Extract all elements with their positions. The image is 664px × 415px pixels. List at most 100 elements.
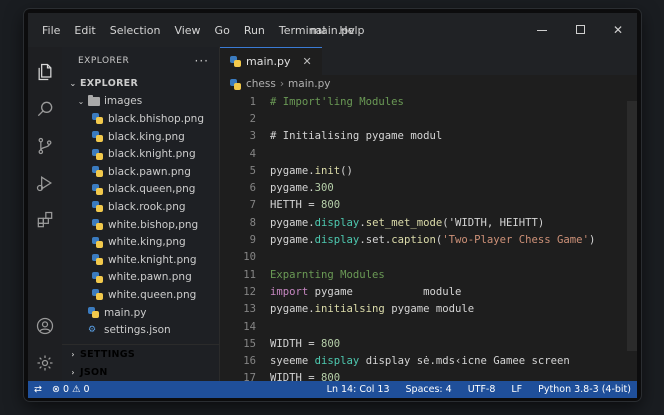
menu-run[interactable]: Run [244,24,265,37]
code-line[interactable]: 12 import pygame module [220,283,637,300]
file-label: black.rook.png [108,200,186,213]
chevron-right-icon: › [71,367,75,377]
minimize-icon [537,30,547,31]
python-file-icon [92,219,103,231]
maximize-icon [575,25,585,34]
code-token: ) [588,234,596,247]
code-line[interactable]: 13 pygame.initialsing pygame module [220,301,637,318]
code-token: pygame. [270,234,315,247]
activity-accounts[interactable] [28,307,62,344]
code-line[interactable]: 2 [220,110,637,127]
cursor-position[interactable]: Ln 14: Col 13 [327,384,390,395]
file-item[interactable]: white.king,png [62,233,219,251]
encoding[interactable]: UTF-8 [468,384,496,395]
code-line[interactable]: 14 [220,318,637,335]
menu-selection[interactable]: Selection [110,24,161,37]
activity-run-debug[interactable] [28,164,62,201]
menu-view[interactable]: View [174,24,200,37]
file-label: black.pawn.png [108,165,191,178]
breadcrumb-folder[interactable]: chess [246,78,276,90]
code-line[interactable]: 11 Exparnting Modules [220,266,637,283]
section-json[interactable]: › JSON [62,363,219,381]
line-number: 1 [249,95,256,108]
code-token: WIDTH = [270,372,322,381]
code-line[interactable]: 3 # Initialising pygame modul [220,128,637,145]
indentation[interactable]: Spaces: 4 [406,384,452,395]
code-token: # Import'ling Modules [270,95,404,108]
code-line[interactable]: 1 # Import'ling Modules [220,93,637,110]
code-line[interactable]: 16 syeeme display display sė.mds‹icne Gam… [220,352,637,369]
file-item[interactable]: black.king.png [62,128,219,146]
minimize-button[interactable] [523,23,561,37]
folder-icon [88,94,100,106]
tab-bar: main.py ✕ [220,47,637,75]
code-line[interactable]: 10 [220,249,637,266]
code-line[interactable]: 17 WIDTH = 800 [220,370,637,381]
code-token: caption [391,234,436,247]
line-number: 15 [243,337,256,350]
code-token: syeeme [270,355,315,368]
code-line[interactable]: 9 pygame.display.set.caption('Two-Player … [220,231,637,248]
code-line[interactable]: 7 HETTH = 800 [220,197,637,214]
activity-extensions[interactable] [28,201,62,238]
menu-file[interactable]: File [42,24,60,37]
explorer-root-section[interactable]: ⌄ EXPLORER [62,75,219,93]
tab-close-icon[interactable]: ✕ [302,55,311,68]
chevron-down-icon: ⌄ [69,79,77,89]
explorer-header: EXPLORER ··· [62,47,219,75]
code-line[interactable]: 15 WIDTH = 800 [220,335,637,352]
line-content: Exparnting Modules [270,269,385,281]
file-item[interactable]: white.bishop,png [62,216,219,234]
menu-terminal[interactable]: Terminal [279,24,326,37]
more-actions-button[interactable]: ··· [195,54,209,68]
close-window-button[interactable]: ✕ [599,23,637,37]
menu-go[interactable]: Go [215,24,230,37]
section-label: SETTINGS [80,348,136,360]
folder-images[interactable]: ⌄ images [62,93,219,111]
file-item-settings[interactable]: ⚙ settings.json [62,321,219,339]
activity-source-control[interactable] [28,127,62,164]
file-item[interactable]: black.bhishop.png [62,110,219,128]
remote-icon[interactable]: ⇄ [34,384,42,395]
vertical-scrollbar[interactable] [627,101,637,351]
activity-explorer[interactable] [28,53,62,90]
maximize-button[interactable] [561,23,599,37]
line-number: 9 [249,234,256,247]
problems-indicator[interactable]: ⊗ 0 ⚠ 0 [52,384,90,395]
tab-label: main.py [246,55,291,68]
chevron-down-icon: ⌄ [77,96,85,106]
code-editor[interactable]: 1 # Import'ling Modules 2 3 # Initialising p… [220,93,637,381]
file-item-main[interactable]: main.py [62,304,219,322]
file-item[interactable]: black.knight.png [62,145,219,163]
file-item[interactable]: white.queen.png [62,286,219,304]
file-item[interactable]: white.pawn.png [62,269,219,287]
file-item[interactable]: black.pawn.png [62,163,219,181]
explorer-root-label: EXPLORER [80,78,139,90]
menu-help[interactable]: Help [339,24,364,37]
code-token: display [314,234,360,247]
code-line[interactable]: 8 pygame.display.set_met_mode('WIDTH, HEI… [220,214,637,231]
code-token: display sė.mds‹icne Gamee screen [359,355,570,368]
section-settings[interactable]: › SETTINGS [62,345,219,363]
gear-file-icon: ⚙ [88,325,97,336]
line-content: pygame.display.set.caption('Two-Player C… [270,234,595,246]
activity-search[interactable] [28,90,62,127]
breadcrumb-file[interactable]: main.py [288,78,330,90]
file-item[interactable]: white.knight.png [62,251,219,269]
file-item[interactable]: black.rook.png [62,198,219,216]
line-number: 2 [249,112,256,125]
code-line[interactable]: 6 pygame.300 [220,179,637,196]
file-label: black.queen,png [108,183,196,196]
language-mode[interactable]: Python 3.8-3 (4-bit) [538,384,631,395]
menu-edit[interactable]: Edit [74,24,95,37]
end-of-line[interactable]: LF [511,384,522,395]
tab-main-py[interactable]: main.py ✕ [220,47,322,75]
activity-bar [28,47,62,381]
code-line[interactable]: 5 pygame.init() [220,162,637,179]
file-label: white.knight.png [108,253,197,266]
code-token: pygame. [270,164,315,177]
activity-manage[interactable] [28,344,62,381]
code-line[interactable]: 4 [220,145,637,162]
code-token: pygame. [270,216,315,229]
file-item[interactable]: black.queen,png [62,181,219,199]
